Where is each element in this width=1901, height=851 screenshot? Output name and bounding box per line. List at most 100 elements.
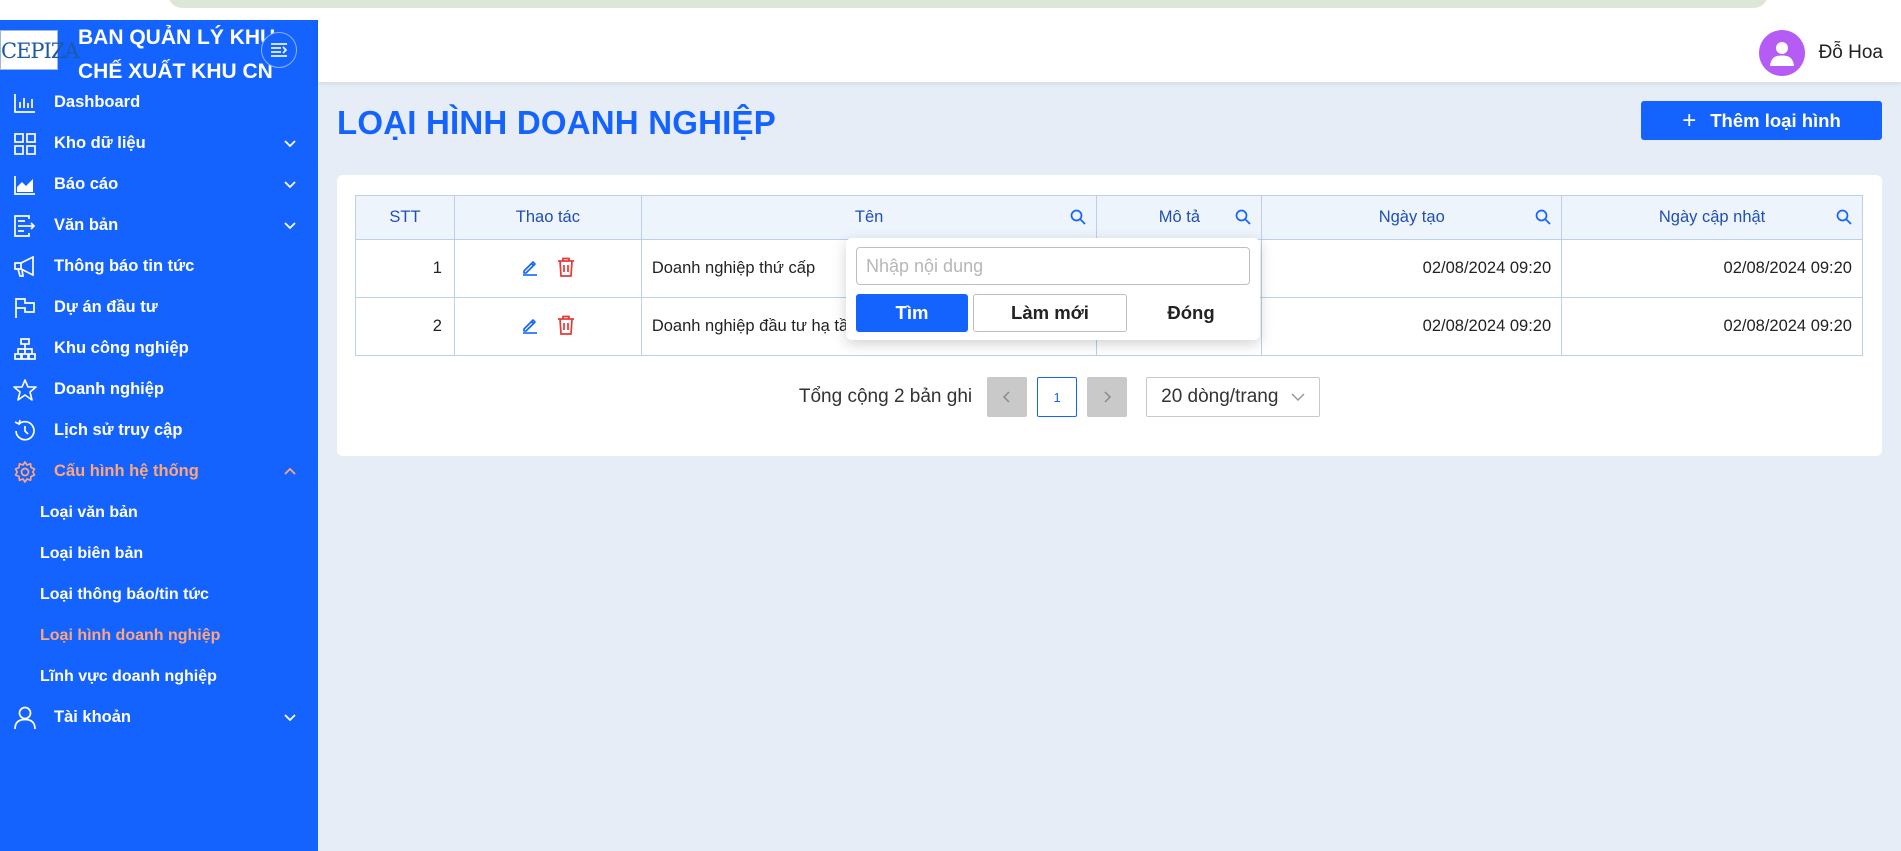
sidebar-item-label: Lịch sử truy cập xyxy=(54,421,183,439)
edit-icon[interactable] xyxy=(521,258,539,276)
column-header-name-label: Tên xyxy=(854,208,884,226)
sidebar-item-label: Cấu hình hệ thống xyxy=(54,462,199,480)
sidebar-menu: Dashboard Kho dữ liệu Báo cáo Văn bản Th… xyxy=(0,82,318,738)
cell-updated: 02/08/2024 09:20 xyxy=(1561,239,1863,298)
chevron-down-icon xyxy=(284,140,296,148)
clock-icon xyxy=(12,418,38,444)
sidebar-subitem-loai-thong-bao[interactable]: Loại thông báo/tin tức xyxy=(0,574,318,615)
brand-title: BAN QUẢN LÝ KHU CHẾ XUẤT KHU CN xyxy=(78,26,276,83)
menu-toggle-button[interactable] xyxy=(261,32,297,68)
search-icon[interactable] xyxy=(1836,209,1852,225)
filter-input[interactable] xyxy=(856,247,1250,285)
filter-reset-button[interactable]: Làm mới xyxy=(973,294,1127,332)
sidebar-item-du-an-dau-tu[interactable]: Dự án đầu tư xyxy=(0,287,318,328)
sidebar-item-kho-du-lieu[interactable]: Kho dữ liệu xyxy=(0,123,318,164)
column-header-updated: Ngày cập nhật xyxy=(1561,195,1863,240)
bar-chart-icon xyxy=(12,90,38,116)
delete-icon[interactable] xyxy=(557,257,575,277)
sidebar-item-khu-cong-nghiep[interactable]: Khu công nghiệp xyxy=(0,328,318,369)
page-number-button[interactable]: 1 xyxy=(1037,377,1078,417)
sidebar-item-label: Văn bản xyxy=(54,216,119,234)
table-header-row: STT Thao tác Tên Mô tả Ngày tạo Ngày cập… xyxy=(355,195,1863,240)
user-icon xyxy=(12,705,38,731)
grid-icon xyxy=(12,131,38,157)
page-size-value: 20 dòng/trang xyxy=(1161,386,1279,407)
sidebar-item-label: Doanh nghiệp xyxy=(54,380,164,398)
sidebar-item-thong-bao-tin-tuc[interactable]: Thông báo tin tức xyxy=(0,246,318,287)
chevron-down-icon xyxy=(284,222,296,230)
address-bar xyxy=(168,0,1768,8)
sidebar-item-doanh-nghiep[interactable]: Doanh nghiệp xyxy=(0,369,318,410)
add-type-button-label: Thêm loại hình xyxy=(1710,109,1841,131)
chevron-down-icon xyxy=(284,714,296,722)
cell-updated: 02/08/2024 09:20 xyxy=(1561,297,1863,356)
prev-page-button[interactable] xyxy=(987,377,1028,417)
sidebar-item-van-ban[interactable]: Văn bản xyxy=(0,205,318,246)
search-icon[interactable] xyxy=(1535,209,1551,225)
cell-actions xyxy=(453,297,642,356)
sidebar-item-lich-su-truy-cap[interactable]: Lịch sử truy cập xyxy=(0,410,318,451)
next-page-button[interactable] xyxy=(1087,377,1128,417)
column-header-description: Mô tả xyxy=(1096,195,1263,240)
delete-icon[interactable] xyxy=(557,315,575,335)
edit-icon[interactable] xyxy=(521,316,539,334)
star-icon xyxy=(12,377,38,403)
chevron-down-icon xyxy=(1291,393,1305,402)
cell-created: 02/08/2024 09:20 xyxy=(1261,239,1563,298)
sidebar-subitem-linh-vuc-doanh-nghiep[interactable]: Lĩnh vực doanh nghiệp xyxy=(0,656,318,697)
column-header-created: Ngày tạo xyxy=(1261,195,1563,240)
total-records: Tổng cộng 2 bản ghi xyxy=(798,386,973,407)
sidebar-item-dashboard[interactable]: Dashboard xyxy=(0,82,318,123)
sidebar-item-bao-cao[interactable]: Báo cáo xyxy=(0,164,318,205)
sidebar-item-label: Báo cáo xyxy=(54,175,119,193)
sidebar-item-label: Kho dữ liệu xyxy=(54,134,146,152)
filter-search-button[interactable]: Tìm xyxy=(856,294,968,332)
column-header-created-label: Ngày tạo xyxy=(1378,208,1445,226)
pagination: Tổng cộng 2 bản ghi 1 20 dòng/trang xyxy=(337,377,1882,417)
chevron-right-icon xyxy=(1104,391,1112,403)
column-filter-popup: Tìm Làm mới Đóng xyxy=(846,238,1260,340)
browser-top-strip xyxy=(0,0,1901,20)
sidebar-subitem-loai-hinh-doanh-nghiep[interactable]: Loại hình doanh nghiệp xyxy=(0,615,318,656)
cell-stt: 1 xyxy=(355,239,455,298)
cell-created: 02/08/2024 09:20 xyxy=(1261,297,1563,356)
search-icon[interactable] xyxy=(1235,209,1251,225)
flag-icon xyxy=(12,295,38,321)
top-bar: Đỗ Hoa xyxy=(318,20,1901,82)
cell-actions xyxy=(453,239,642,298)
megaphone-icon xyxy=(12,254,38,280)
area-chart-icon xyxy=(12,172,38,198)
avatar[interactable] xyxy=(1758,30,1805,76)
menu-fold-icon xyxy=(271,43,288,57)
column-header-actions: Thao tác xyxy=(453,195,642,240)
hierarchy-icon xyxy=(12,336,38,362)
brand: CEPIZA BAN QUẢN LÝ KHU CHẾ XUẤT KHU CN xyxy=(0,20,318,83)
page-size-select[interactable]: 20 dòng/trang xyxy=(1146,377,1321,417)
user-menu[interactable]: Đỗ Hoa xyxy=(1758,30,1883,76)
filter-close-button[interactable]: Đóng xyxy=(1132,294,1250,332)
page-title: LOẠI HÌNH DOANH NGHIỆP xyxy=(337,104,776,141)
sidebar-subitem-loai-bien-ban[interactable]: Loại biên bản xyxy=(0,533,318,574)
user-avatar-icon xyxy=(1769,42,1794,66)
column-header-stt: STT xyxy=(355,195,455,240)
user-name: Đỗ Hoa xyxy=(1818,42,1883,63)
sidebar-subitem-loai-van-ban[interactable]: Loại văn bản xyxy=(0,492,318,533)
column-header-name: Tên xyxy=(640,195,1098,240)
add-type-button[interactable]: + Thêm loại hình xyxy=(1641,101,1882,140)
search-icon[interactable] xyxy=(1070,209,1087,225)
sidebar-item-tai-khoan[interactable]: Tài khoản xyxy=(0,697,318,738)
chevron-up-icon xyxy=(284,467,296,475)
chevron-down-icon xyxy=(284,181,296,189)
sidebar-item-cau-hinh-he-thong[interactable]: Cấu hình hệ thống xyxy=(0,451,318,492)
logo: CEPIZA xyxy=(0,30,80,70)
sidebar-item-label: Tài khoản xyxy=(54,708,132,726)
plus-icon: + xyxy=(1682,106,1697,134)
sidebar-item-label: Thông báo tin tức xyxy=(54,257,195,275)
chevron-left-icon xyxy=(1003,391,1010,403)
sidebar-item-label: Dashboard xyxy=(54,93,141,111)
document-icon xyxy=(12,213,38,239)
gear-icon xyxy=(12,459,38,485)
sidebar-item-label: Khu công nghiệp xyxy=(54,339,189,357)
column-header-description-label: Mô tả xyxy=(1158,208,1201,226)
cell-stt: 2 xyxy=(355,297,455,356)
